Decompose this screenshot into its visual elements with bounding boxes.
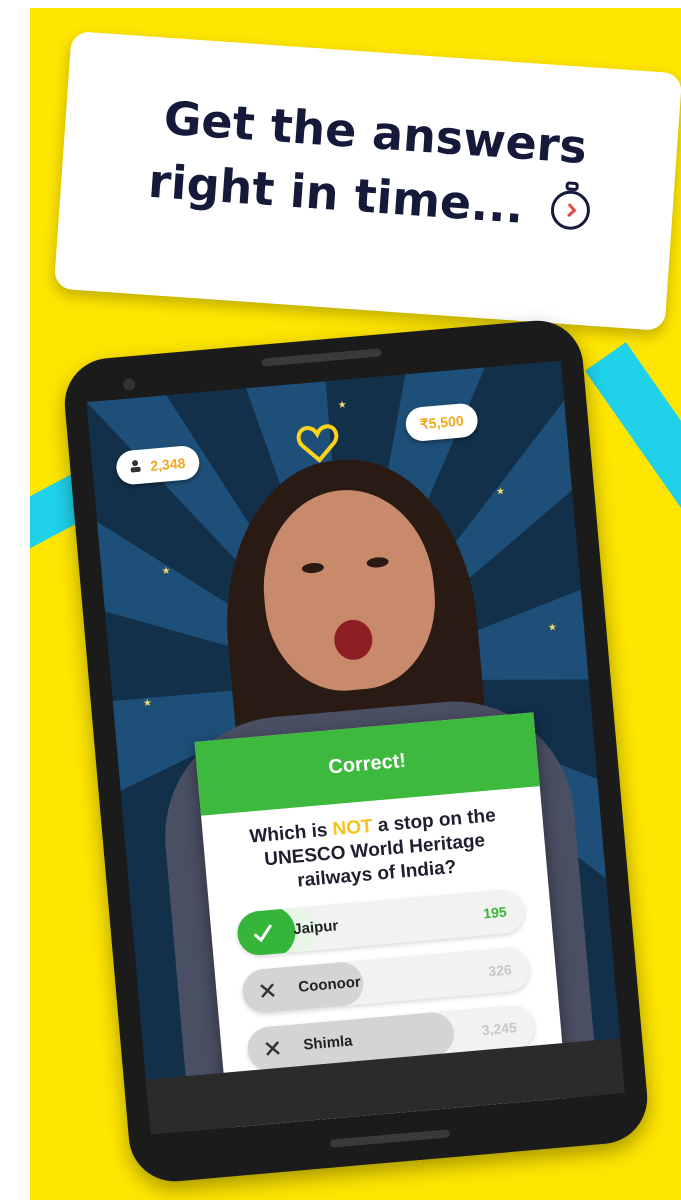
app-screen: ★ ★ ★ ★ ★ 2,348 ₹5,500 Correct! Which is…: [86, 360, 625, 1135]
prize-amount: ₹5,500: [419, 411, 465, 432]
cross-icon: [251, 974, 284, 1007]
cross-icon: [256, 1032, 289, 1065]
question-highlight: NOT: [331, 815, 374, 841]
star-icon: ★: [547, 622, 558, 634]
answer-option[interactable]: Coonoor 326: [240, 945, 532, 1015]
cyan-ray-right: [584, 342, 681, 584]
answer-label: Coonoor: [297, 973, 362, 996]
answer-option[interactable]: Jaipur 195: [235, 888, 527, 957]
player-count: 2,348: [149, 454, 186, 474]
phone-speaker: [261, 348, 382, 367]
vote-count: 195: [482, 903, 508, 922]
star-icon: ★: [142, 697, 153, 710]
phone-speaker-bottom: [329, 1129, 451, 1148]
star-icon: ★: [337, 399, 348, 412]
headline-text: Get the answers right in time...: [146, 90, 589, 234]
answer-label: Jaipur: [292, 917, 339, 939]
answer-label: Shimla: [302, 1032, 354, 1054]
vote-count: 326: [487, 961, 513, 980]
phone-camera: [122, 377, 136, 391]
result-text: Correct!: [327, 749, 407, 778]
headline-card: Get the answers right in time...: [53, 30, 681, 332]
check-icon: [246, 917, 279, 950]
stopwatch-icon: [545, 179, 595, 248]
star-icon: ★: [161, 565, 172, 578]
vote-count: 3,245: [481, 1019, 518, 1039]
users-icon: [130, 458, 145, 476]
phone-mockup: ★ ★ ★ ★ ★ 2,348 ₹5,500 Correct! Which is…: [60, 316, 652, 1186]
star-icon: ★: [495, 486, 506, 498]
